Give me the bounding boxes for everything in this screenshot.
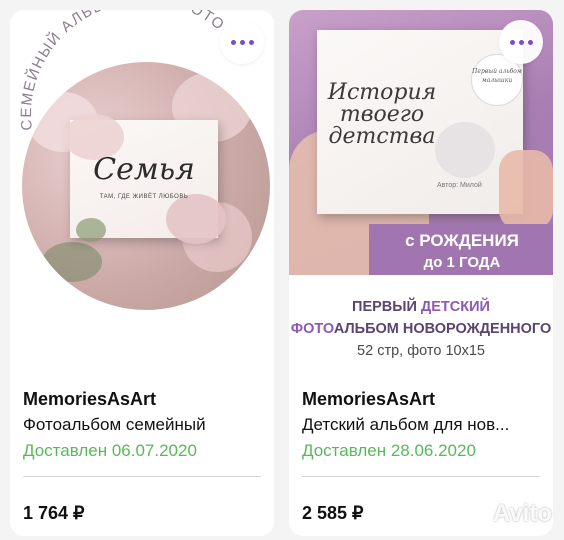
more-dots-icon xyxy=(230,39,236,45)
product-card[interactable]: СЕМЕЙНЫЙ АЛЬБОМ ДЛЯ ФОТО Семья ТАМ, ГДЕ … xyxy=(10,10,274,536)
delivery-status: Доставлен 28.06.2020 xyxy=(302,441,476,460)
banner-line: с РОЖДЕНИЯ xyxy=(405,231,519,250)
product-title[interactable]: Фотоальбом семейный xyxy=(23,414,261,436)
more-dots-icon xyxy=(509,39,515,45)
avito-watermark: Avito xyxy=(463,500,552,528)
baby-hand-shape xyxy=(499,150,553,230)
divider xyxy=(23,476,261,477)
caption-line: ПЕРВЫЙ ДЕТСКИЙ xyxy=(289,299,553,315)
caption-accent: ДЕТСКИЙ xyxy=(420,299,490,315)
product-photo[interactable]: История твоего детства Автор: Милой Перв… xyxy=(289,10,553,374)
more-button[interactable] xyxy=(499,20,543,64)
album-title-line: детства xyxy=(328,124,436,149)
watermark-text: Avito xyxy=(492,500,552,527)
photo-circle: Семья ТАМ, ГДЕ ЖИВЁТ ЛЮБОВЬ xyxy=(22,62,270,310)
more-dot xyxy=(527,39,533,45)
caption-line: ФОТОАЛЬБОМ НОВОРОЖДЕННОГО xyxy=(289,321,553,337)
caption-line: 52 стр, фото 10х15 xyxy=(357,343,485,359)
album-cover: История твоего детства Автор: Милой Перв… xyxy=(317,30,523,214)
more-dot xyxy=(518,39,524,45)
bunny-illustration xyxy=(435,122,495,178)
more-button[interactable] xyxy=(220,20,264,64)
delivery-status: Доставлен 06.07.2020 xyxy=(23,441,197,460)
caption-text: АЛЬБОМ НОВОРОЖДЕННОГО xyxy=(333,321,552,337)
more-dot xyxy=(248,39,254,45)
album-title-line: История xyxy=(327,80,437,105)
product-title[interactable]: Детский альбом для нов... xyxy=(302,414,540,436)
caption-text: ПЕРВЫЙ xyxy=(352,299,421,315)
divider xyxy=(302,476,540,477)
age-banner: с РОЖДЕНИЯ до 1 ГОДА xyxy=(369,224,553,280)
more-dot xyxy=(239,39,245,45)
caption-accent: ФОТО xyxy=(290,321,334,337)
album-title-line: твоего xyxy=(339,102,425,127)
album-title: История твоего детства xyxy=(327,82,437,148)
avito-logo-icon xyxy=(463,504,488,523)
seller-name[interactable]: MemoriesAsArt xyxy=(23,388,261,410)
seller-name[interactable]: MemoriesAsArt xyxy=(302,388,540,410)
price: 1 764 ₽ xyxy=(23,503,85,523)
card-info: MemoriesAsArt Фотоальбом семейный Достав… xyxy=(23,374,261,524)
banner-line: до 1 ГОДА xyxy=(423,254,501,271)
product-card[interactable]: История твоего детства Автор: Милой Перв… xyxy=(289,10,553,536)
album-cover: Семья ТАМ, ГДЕ ЖИВЁТ ЛЮБОВЬ xyxy=(64,114,226,244)
album-subtitle: ТАМ, ГДЕ ЖИВЁТ ЛЮБОВЬ xyxy=(99,194,189,200)
photo-caption: ПЕРВЫЙ ДЕТСКИЙ ФОТОАЛЬБОМ НОВОРОЖДЕННОГО… xyxy=(289,275,553,374)
album-title: Семья xyxy=(93,152,195,187)
album-author: Автор: Милой xyxy=(437,182,482,189)
product-photo[interactable]: СЕМЕЙНЫЙ АЛЬБОМ ДЛЯ ФОТО Семья ТАМ, ГДЕ … xyxy=(10,10,274,374)
